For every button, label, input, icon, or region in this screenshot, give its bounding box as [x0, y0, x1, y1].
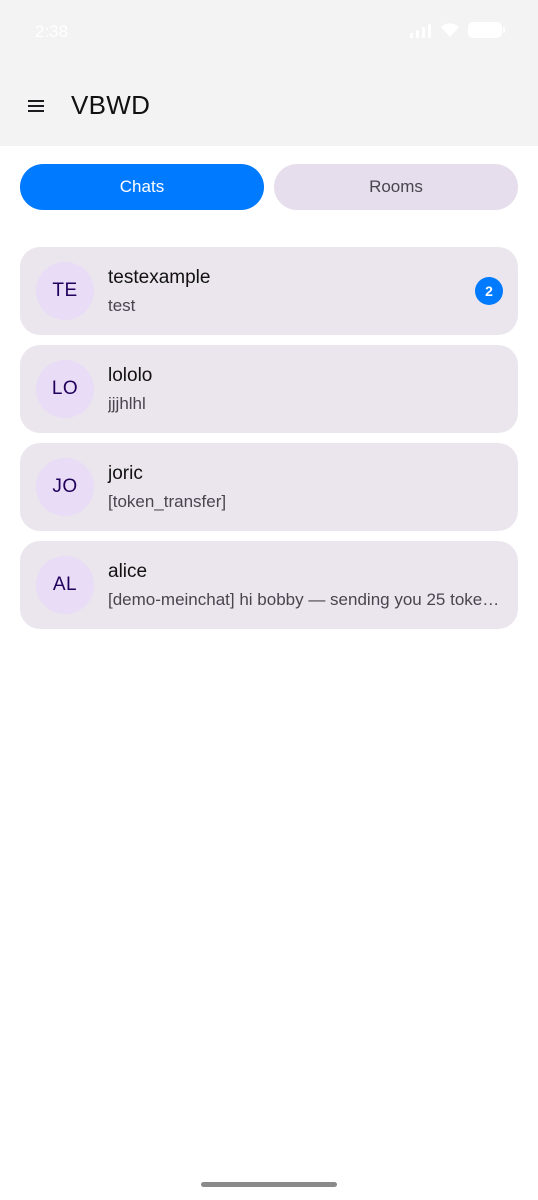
tab-rooms[interactable]: Rooms: [274, 164, 518, 210]
unread-badge: 2: [475, 277, 503, 305]
chat-name: joric: [108, 463, 143, 484]
chat-item-alice[interactable]: AL alice [demo-meinchat] hi bobby — send…: [20, 541, 518, 629]
chat-item-testexample[interactable]: TE testexample test 2: [20, 247, 518, 335]
app-bar: VBWD: [0, 64, 538, 146]
home-indicator[interactable]: [201, 1182, 337, 1187]
chat-preview: test: [108, 296, 136, 315]
avatar: LO: [36, 360, 94, 418]
status-bar: 2:38: [0, 0, 538, 64]
chat-name: alice: [108, 561, 148, 582]
chat-preview: jjjhlhl: [108, 394, 146, 413]
avatar: JO: [36, 458, 94, 516]
status-icons: [410, 22, 505, 38]
menu-button[interactable]: [18, 84, 54, 128]
chat-name: lololo: [108, 365, 153, 386]
screen: 2:38 VBWD Chats Rooms TE testexample tes…: [0, 0, 538, 1200]
wifi-icon: [441, 23, 459, 37]
chat-item-lololo[interactable]: LO lololo jjjhlhl: [20, 345, 518, 433]
chat-preview: [token_transfer]: [108, 492, 227, 511]
chat-list: TE testexample test 2 LO lololo jjjhlhl …: [20, 247, 518, 639]
chat-preview: [demo-meinchat] hi bobby — sending you 2…: [108, 590, 500, 609]
avatar: TE: [36, 262, 94, 320]
avatar: AL: [36, 556, 94, 614]
signal-icon: [410, 24, 431, 38]
hamburger-menu-icon: [28, 99, 44, 113]
app-title: VBWD: [71, 90, 151, 120]
status-time: 2:38: [35, 22, 69, 41]
tab-chats[interactable]: Chats: [20, 164, 264, 210]
chat-item-joric[interactable]: JO joric [token_transfer]: [20, 443, 518, 531]
battery-icon: [468, 22, 505, 38]
chat-name: testexample: [108, 267, 211, 288]
